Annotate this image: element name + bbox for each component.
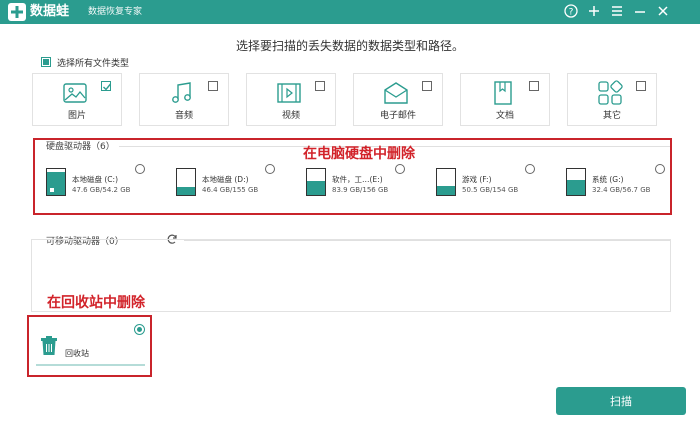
recycle-bin-radio[interactable] — [134, 324, 145, 335]
file-type-audio-checkbox[interactable] — [208, 81, 218, 91]
drive-name: 本地磁盘 (D:) — [202, 175, 249, 184]
other-icon — [598, 80, 623, 105]
hard-drive-icon — [566, 168, 586, 196]
music-icon — [172, 82, 191, 103]
drive-name: 本地磁盘 (C:) — [72, 175, 118, 184]
drive-radio[interactable] — [655, 164, 665, 174]
close-icon[interactable] — [655, 3, 671, 19]
document-icon — [494, 81, 512, 105]
file-type-label: 视频 — [281, 111, 300, 121]
drive-f[interactable]: 游戏 (F:) 50.5 GB/154 GB — [436, 164, 546, 204]
drive-g[interactable]: 系统 (G:) 32.4 GB/56.7 GB — [566, 164, 676, 204]
app-name: 数据蛙 — [30, 4, 70, 19]
select-all-check[interactable] — [41, 57, 51, 67]
file-type-document-checkbox[interactable] — [529, 81, 539, 91]
svg-text:?: ? — [569, 8, 574, 18]
drive-size: 32.4 GB/56.7 GB — [592, 186, 651, 194]
email-icon — [384, 82, 408, 104]
select-all-label: 选择所有文件类型 — [57, 58, 130, 69]
drive-radio[interactable] — [525, 164, 535, 174]
drive-size: 46.4 GB/155 GB — [202, 186, 259, 194]
add-icon[interactable] — [586, 3, 602, 19]
trash-icon — [41, 336, 57, 355]
drive-name: 游戏 (F:) — [462, 175, 492, 184]
file-type-other-checkbox[interactable] — [636, 81, 646, 91]
hard-drive-icon — [46, 168, 66, 196]
file-type-video-checkbox[interactable] — [315, 81, 325, 91]
file-type-label: 文档 — [495, 111, 514, 121]
scan-button[interactable]: 扫描 — [556, 387, 686, 415]
file-type-document[interactable]: 文档 — [460, 73, 550, 126]
drive-radio[interactable] — [135, 164, 145, 174]
recycle-bin-underline — [36, 364, 145, 366]
app-logo-icon — [8, 3, 26, 21]
file-type-other[interactable]: 其它 — [567, 73, 657, 126]
drive-radio[interactable] — [265, 164, 275, 174]
file-type-label: 其它 — [602, 111, 621, 121]
drive-name: 系统 (G:) — [592, 175, 624, 184]
file-type-image[interactable]: 图片 — [32, 73, 122, 126]
hard-drive-annotation: 在电脑硬盘中删除 — [303, 146, 415, 162]
hard-drive-icon — [306, 168, 326, 196]
file-type-image-checkbox[interactable] — [101, 81, 112, 91]
drive-size: 83.9 GB/156 GB — [332, 186, 389, 194]
drive-name: 软件，工…(E:) — [332, 175, 383, 184]
image-icon — [63, 83, 87, 103]
scan-prompt: 选择要扫描的丢失数据的数据类型和路径。 — [235, 39, 464, 53]
drive-radio[interactable] — [395, 164, 405, 174]
drive-e[interactable]: 软件，工…(E:) 83.9 GB/156 GB — [306, 164, 416, 204]
file-type-video[interactable]: 视频 — [246, 73, 336, 126]
recycle-bin-label: 回收站 — [65, 349, 89, 358]
help-icon[interactable]: ? — [563, 3, 579, 19]
app-subtitle: 数据恢复专家 — [88, 7, 143, 17]
video-icon — [277, 83, 301, 103]
file-type-audio[interactable]: 音频 — [139, 73, 229, 126]
menu-icon[interactable] — [609, 3, 625, 19]
file-type-label: 音频 — [174, 111, 193, 121]
drive-c[interactable]: 本地磁盘 (C:) 47.6 GB/54.2 GB — [46, 164, 156, 204]
recycle-bin-option[interactable]: 回收站 — [30, 318, 150, 374]
drive-size: 47.6 GB/54.2 GB — [72, 186, 131, 194]
title-bar: 数据蛙 数据恢复专家 ? — [0, 0, 700, 24]
hard-drive-icon — [176, 168, 196, 196]
drive-d[interactable]: 本地磁盘 (D:) 46.4 GB/155 GB — [176, 164, 286, 204]
file-type-label: 电子邮件 — [379, 111, 416, 121]
file-type-label: 图片 — [67, 111, 86, 121]
select-all-checkbox[interactable]: 选择所有文件类型 — [41, 56, 130, 69]
file-type-email-checkbox[interactable] — [422, 81, 432, 91]
minimize-icon[interactable] — [632, 3, 648, 19]
recycle-annotation: 在回收站中删除 — [47, 295, 145, 311]
hard-drive-icon — [436, 168, 456, 196]
file-type-email[interactable]: 电子邮件 — [353, 73, 443, 126]
drive-size: 50.5 GB/154 GB — [462, 186, 519, 194]
